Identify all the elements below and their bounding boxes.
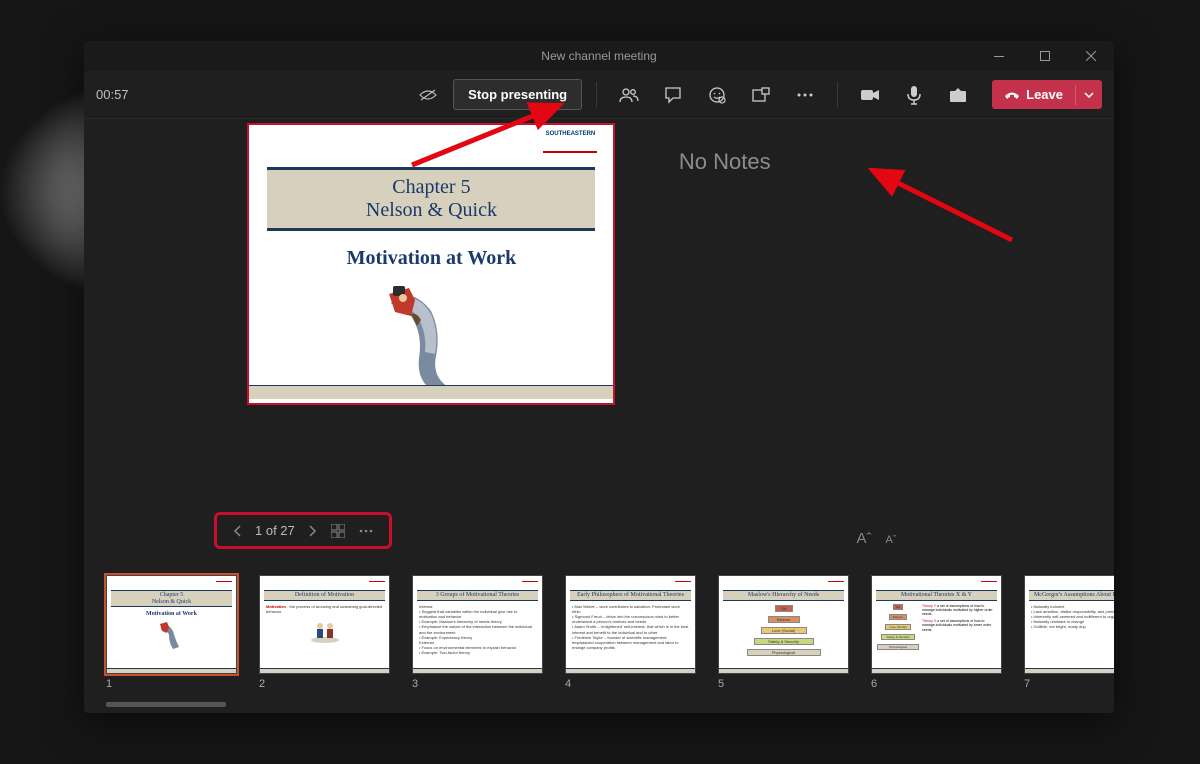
thumbnail-number: 4 xyxy=(565,678,696,690)
separator xyxy=(596,82,597,108)
thumbnail-number: 7 xyxy=(1024,678,1114,690)
participants-icon[interactable] xyxy=(611,77,647,113)
meeting-toolbar: 00:57 Stop presenting xyxy=(84,71,1114,119)
window-title: New channel meeting xyxy=(541,49,656,63)
close-button[interactable] xyxy=(1068,41,1114,71)
thumbnail-1[interactable]: Chapter 5Nelson & QuickMotivation at Wor… xyxy=(106,575,237,690)
current-slide[interactable]: SOUTHEASTERN Chapter 5 Nelson & Quick Mo… xyxy=(247,123,615,405)
minimize-button[interactable] xyxy=(976,41,1022,71)
chevron-down-icon xyxy=(1084,92,1094,98)
window-controls xyxy=(976,41,1114,71)
private-view-icon[interactable] xyxy=(411,78,445,112)
slide-footer xyxy=(249,385,613,399)
reactions-icon[interactable] xyxy=(699,77,735,113)
camera-icon[interactable] xyxy=(852,77,888,113)
font-decrease-button[interactable]: Aˇ xyxy=(885,534,896,546)
thumbnail-number: 6 xyxy=(871,678,1002,690)
thumbnail-scrollbar[interactable] xyxy=(106,702,226,707)
leave-button-group: Leave xyxy=(992,80,1102,109)
separator xyxy=(837,82,838,108)
maximize-button[interactable] xyxy=(1022,41,1068,71)
rooms-icon[interactable] xyxy=(743,77,779,113)
mic-icon[interactable] xyxy=(896,77,932,113)
thumbnail-number: 3 xyxy=(412,678,543,690)
leave-button[interactable]: Leave xyxy=(992,80,1075,109)
authors-label: Nelson & Quick xyxy=(273,199,589,222)
meeting-window: New channel meeting 00:57 Stop presentin… xyxy=(84,41,1114,713)
no-notes-label: No Notes xyxy=(679,149,1074,175)
grid-view-icon[interactable] xyxy=(331,524,345,538)
current-slide-area: SOUTHEASTERN Chapter 5 Nelson & Quick Mo… xyxy=(84,119,639,561)
next-slide-button[interactable] xyxy=(309,525,317,537)
thumbnail-4[interactable]: Early Philosophers of Motivational Theor… xyxy=(565,575,696,690)
font-size-controls: Aˆ Aˇ xyxy=(856,530,896,547)
thumbnail-7[interactable]: McGregor's Assumptions About People Base… xyxy=(1024,575,1114,690)
slide-more-icon[interactable] xyxy=(359,529,373,533)
chapter-label: Chapter 5 xyxy=(273,176,589,199)
thumbnail-2[interactable]: Definition of MotivationMotivation - the… xyxy=(259,575,390,690)
thumbnail-number: 2 xyxy=(259,678,390,690)
share-icon[interactable] xyxy=(940,77,976,113)
slide-illustration xyxy=(381,286,481,394)
leave-label: Leave xyxy=(1026,87,1063,102)
slide-title: Motivation at Work xyxy=(249,247,613,270)
stop-presenting-button[interactable]: Stop presenting xyxy=(453,79,582,110)
notes-panel: No Notes Aˆ Aˇ xyxy=(639,119,1114,561)
slide-counter: 1 of 27 xyxy=(255,523,295,538)
hangup-icon xyxy=(1004,89,1020,101)
thumbnail-number: 5 xyxy=(718,678,849,690)
prev-slide-button[interactable] xyxy=(233,525,241,537)
thumbnail-6[interactable]: Motivational Theories X & YSAEsteemLove … xyxy=(871,575,1002,690)
meeting-timer: 00:57 xyxy=(96,87,129,102)
font-increase-button[interactable]: Aˆ xyxy=(856,530,871,547)
thumbnail-3[interactable]: 3 Groups of Motivational TheoriesInterna… xyxy=(412,575,543,690)
thumbnail-5[interactable]: Maslow's Hierarchy of NeedsSAEsteemLove … xyxy=(718,575,849,690)
thumbnail-strip: Chapter 5Nelson & QuickMotivation at Wor… xyxy=(84,561,1114,713)
titlebar: New channel meeting xyxy=(84,41,1114,71)
thumbnail-number: 1 xyxy=(106,678,237,690)
slide-nav-controls: 1 of 27 xyxy=(214,512,392,549)
more-actions-icon[interactable] xyxy=(787,77,823,113)
leave-dropdown[interactable] xyxy=(1075,85,1102,105)
presenter-content: SOUTHEASTERN Chapter 5 Nelson & Quick Mo… xyxy=(84,119,1114,561)
chat-icon[interactable] xyxy=(655,77,691,113)
brand-logo: SOUTHEASTERN xyxy=(543,131,597,153)
